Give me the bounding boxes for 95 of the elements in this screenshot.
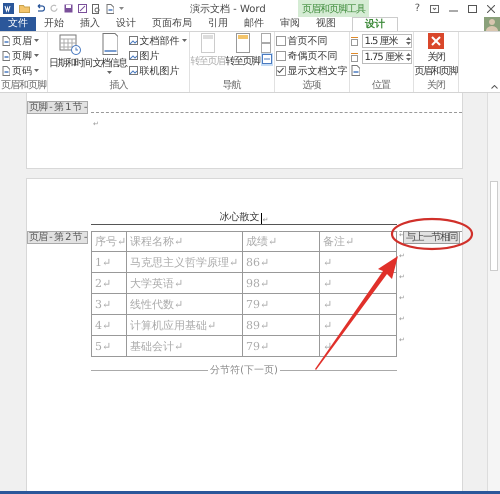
undo-icon	[35, 4, 45, 13]
table-cell: 计算机应用基础↵	[127, 315, 243, 336]
ribbon-tab[interactable]: 设计	[352, 17, 398, 31]
caret-icon	[107, 71, 112, 74]
table-cell: 79↵	[243, 294, 320, 315]
save-icon	[64, 4, 73, 13]
ribbon-tab[interactable]: 插入	[72, 17, 108, 31]
table-cell: 大学英语↵	[127, 273, 243, 294]
table-cell: 4↵	[91, 315, 127, 336]
table-header-cell: 序号↵	[91, 231, 127, 252]
goto-button[interactable]: 转至页脚	[226, 33, 260, 68]
table-cell: 98↵	[243, 273, 320, 294]
check-icon	[277, 67, 284, 74]
option-checkbox[interactable]: 显示文档文字	[276, 63, 348, 78]
document-info-button[interactable]: 文档信息	[92, 33, 126, 74]
date-time-button[interactable]: 日期和时间	[49, 33, 92, 70]
ribbon-tab[interactable]: 邮件	[236, 17, 272, 31]
dropdown-button[interactable]: 页码	[1, 63, 40, 78]
help-button[interactable]: ?	[414, 3, 420, 14]
group-label: 关闭	[426, 80, 446, 92]
caret-icon	[34, 39, 39, 42]
group-label: 插入	[108, 80, 129, 92]
new-document-icon	[106, 4, 114, 14]
spinner-arrows-icon	[406, 53, 410, 61]
table-cell: 5↵	[91, 336, 127, 357]
group-label: 选项	[302, 80, 322, 92]
insert-item-button[interactable]: 文档部件	[128, 33, 188, 48]
insert-alignment-tab-icon	[350, 65, 360, 76]
folder-icon	[19, 4, 30, 13]
checkbox[interactable]	[276, 36, 286, 46]
ribbon-tab[interactable]: 引用	[200, 17, 236, 31]
close-icon	[487, 4, 495, 12]
table-cell: 1↵	[91, 252, 127, 273]
redo-icon	[50, 4, 59, 13]
scroll-thumb[interactable]	[490, 181, 498, 271]
caret-icon	[34, 69, 39, 72]
group-label: 导航	[222, 80, 242, 92]
maximize-icon	[468, 4, 477, 12]
dropdown-button[interactable]: 页眉	[1, 33, 40, 48]
image-icon	[128, 36, 138, 45]
save-as-icon	[78, 4, 87, 13]
option-checkbox[interactable]: 奇偶页不同	[276, 48, 348, 63]
table-header-cell: 成绩↵	[243, 231, 320, 252]
same-as-previous-label: 与上一节相同	[403, 231, 460, 244]
table-cell: 马克思主义哲学原理↵	[127, 252, 243, 273]
ribbon-display-icon	[430, 4, 439, 12]
checkbox[interactable]	[276, 50, 286, 60]
file-tab[interactable]: 文件	[0, 17, 36, 31]
ribbon-tab[interactable]: 视图	[308, 17, 344, 31]
insert-item-button[interactable]: 图片	[128, 48, 188, 63]
table-cell: 89↵	[243, 315, 320, 336]
caret-icon	[182, 39, 186, 42]
footer-label: 页脚 - 第 1 节 -	[27, 101, 88, 114]
ribbon-tab[interactable]: 页面布局	[144, 17, 200, 31]
table-cell: 2↵	[91, 273, 127, 294]
checkbox[interactable]	[276, 66, 286, 76]
group-label: 位置	[371, 80, 392, 92]
margin-icon	[350, 52, 360, 62]
scrollbar[interactable]	[487, 93, 500, 491]
table-cell: 线性代数↵	[127, 294, 243, 315]
print-preview-icon	[92, 4, 101, 14]
section-break: 分节符(下一页)	[210, 364, 278, 377]
table-cell: 86↵	[243, 252, 320, 273]
insert-item-button[interactable]: 联机图片	[128, 63, 188, 78]
avatar	[484, 17, 500, 31]
group-label: 页眉和页脚	[1, 80, 46, 92]
caret-icon	[34, 54, 39, 57]
text-cursor	[260, 213, 262, 224]
option-checkbox[interactable]: 首页不同	[276, 33, 348, 48]
margin-icon	[350, 36, 360, 46]
table-header-cell: 备注↵	[320, 231, 397, 252]
table-cell: 基础会计↵	[127, 336, 243, 357]
word-logo-icon	[3, 3, 14, 14]
header-text: 冰心散文	[220, 210, 260, 224]
close-header-footer-button[interactable]: 关闭 页眉和页脚	[414, 33, 457, 78]
header-label: 页眉 - 第 2 节 -	[27, 231, 88, 244]
context-tab-header: 页眉和页脚工具	[298, 0, 369, 17]
customize-caret-icon	[119, 6, 124, 10]
image-icon	[128, 66, 138, 75]
table-cell: 79↵	[243, 336, 320, 357]
dropdown-button[interactable]: 页脚	[1, 48, 40, 63]
caret-icon	[491, 85, 498, 89]
next-icon	[260, 43, 270, 53]
link-icon	[262, 54, 272, 64]
window-title: 演示文档 - Word	[190, 2, 266, 16]
distance-field[interactable]: 1.75 厘米	[362, 50, 412, 64]
table-header-cell: 课程名称↵	[127, 231, 243, 252]
distance-field[interactable]: 1.5 厘米	[362, 34, 412, 48]
ribbon-tab[interactable]: 设计	[108, 17, 144, 31]
ribbon-tab[interactable]: 开始	[36, 17, 72, 31]
link-previous-button[interactable]	[260, 53, 272, 66]
image-icon	[128, 51, 138, 60]
ribbon-tab[interactable]: 审阅	[272, 17, 308, 31]
table-cell: 3↵	[91, 294, 127, 315]
spinner-arrows-icon	[406, 37, 410, 45]
